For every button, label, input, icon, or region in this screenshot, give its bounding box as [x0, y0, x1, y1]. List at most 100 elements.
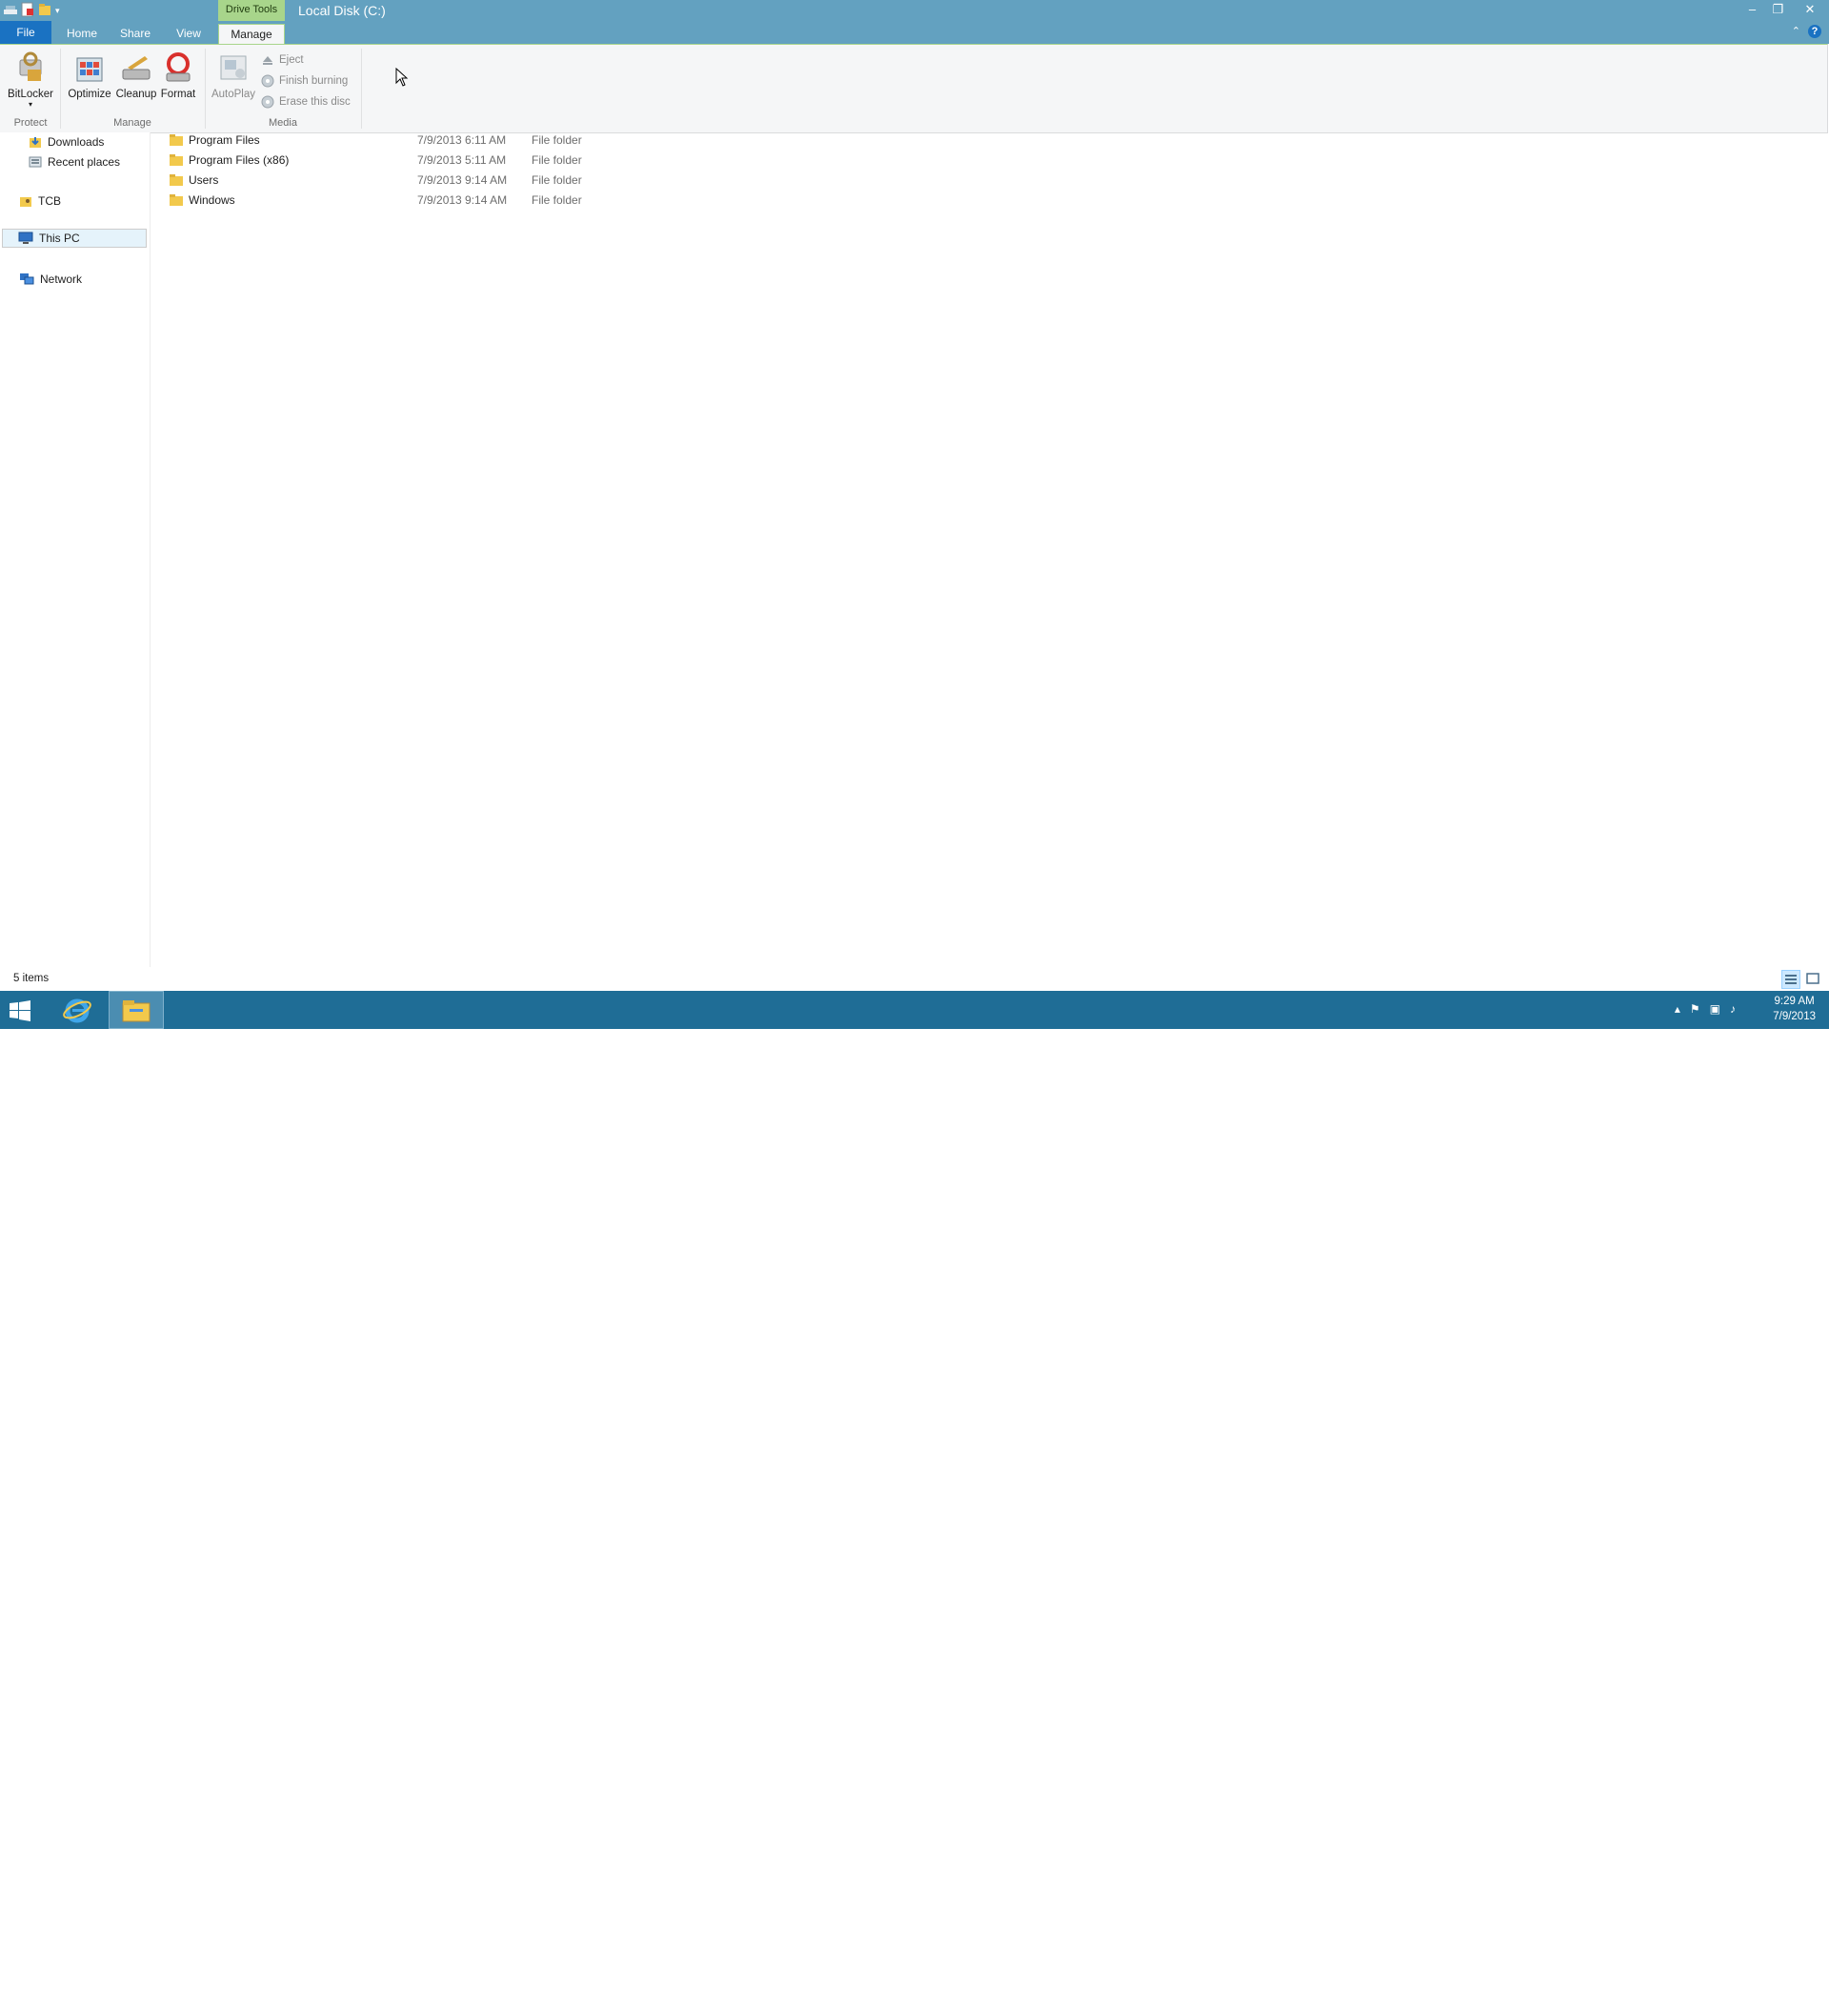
network-icon [20, 273, 34, 285]
recent-places-icon [29, 156, 42, 168]
ribbon-divider [205, 49, 206, 129]
show-hidden-icons-icon[interactable]: ▴ [1675, 1002, 1680, 1016]
file-name: Program Files (x86) [189, 153, 290, 167]
file-name: Program Files [189, 133, 260, 147]
book-icon [1594, 1986, 1634, 2016]
format-button[interactable]: Format [158, 50, 198, 100]
clock-time: 9:29 AM [1774, 996, 1815, 1007]
nav-item-downloads[interactable]: Downloads [29, 132, 104, 151]
group-label-media: Media [269, 117, 297, 129]
file-name: Windows [189, 193, 235, 207]
file-explorer-icon [122, 1000, 151, 1022]
mouse-cursor-icon [395, 68, 409, 87]
cleanup-button[interactable]: Cleanup [114, 50, 158, 100]
tab-manage[interactable]: Manage [218, 24, 285, 45]
downloads-icon [30, 137, 41, 148]
new-folder-icon[interactable] [38, 3, 51, 19]
file-date: 7/9/2013 5:11 AM [417, 153, 507, 167]
folder-icon [170, 134, 183, 146]
ribbon-manage: BitLocker ▾ Protect Optimize Cleanup For… [0, 44, 1828, 133]
file-type: File folder [532, 173, 582, 187]
erase-disc-button[interactable]: Erase this disc [261, 92, 351, 111]
window-title: Local Disk (C:) [298, 3, 386, 18]
help-icon[interactable]: ? [1808, 25, 1821, 38]
finish-burning-label: Finish burning [279, 75, 349, 87]
optimize-label: Optimize [68, 89, 111, 100]
nav-item-this-pc[interactable]: This PC [2, 229, 147, 248]
file-type: File folder [532, 153, 582, 167]
ribbon-divider [60, 49, 61, 129]
item-count: 5 items [13, 973, 50, 984]
nav-item-label: Recent places [48, 155, 121, 169]
explorer-menu-icon[interactable] [4, 4, 17, 17]
large-icons-view-icon [1806, 973, 1819, 984]
list-item[interactable]: Users 7/9/2013 9:14 AM File folder [162, 171, 829, 191]
nav-item-network[interactable]: Network [19, 270, 82, 289]
windows-logo-icon [10, 1000, 30, 1021]
eject-icon [261, 53, 274, 67]
user-folder-icon [20, 197, 31, 207]
tab-view[interactable]: View [171, 24, 206, 44]
folder-icon [170, 154, 183, 166]
group-label-manage: Manage [113, 117, 151, 129]
ribbon-divider [361, 49, 362, 129]
file-name: Users [189, 173, 219, 187]
internet-explorer-button[interactable] [63, 997, 91, 1035]
bitlocker-button[interactable]: BitLocker ▾ [6, 50, 55, 109]
watermark: The Collection Book [1593, 1984, 1787, 2016]
ribbon-tabs: File Home Share View Manage ⌃ ? [0, 21, 1829, 45]
drive-tools-contextual-label: Drive Tools [218, 0, 285, 21]
status-bar: 5 items [0, 969, 1829, 990]
bitlocker-icon [14, 50, 47, 87]
finish-burning-button[interactable]: Finish burning [261, 71, 348, 91]
internet-explorer-icon [63, 998, 91, 1023]
network-tray-icon[interactable]: ▣ [1710, 1002, 1720, 1016]
start-button[interactable] [10, 1000, 30, 1038]
list-item[interactable]: Windows 7/9/2013 9:14 AM File folder [162, 191, 829, 211]
file-date: 7/9/2013 9:14 AM [417, 193, 508, 207]
taskbar: The Collection Book ▴ ⚑ ▣ ♪ 9:29 AM 7/9/… [0, 991, 1829, 2016]
file-type: File folder [532, 193, 582, 207]
nav-item-label: This PC [39, 232, 80, 245]
list-item[interactable]: Program Files 7/9/2013 6:11 AM File fold… [162, 131, 829, 151]
watermark-text: The Collection Book [1642, 1990, 1788, 2008]
navigation-pane: Downloads Recent places TCB This PC Netw… [0, 132, 151, 967]
format-icon [162, 50, 194, 87]
nav-item-label: Downloads [48, 135, 105, 149]
eject-label: Eject [279, 54, 304, 66]
folder-icon [170, 194, 183, 206]
clock[interactable]: 9:29 AM 7/9/2013 [1773, 994, 1816, 1024]
erase-disc-icon [261, 95, 274, 109]
properties-icon[interactable] [21, 2, 34, 20]
autoplay-icon [217, 50, 250, 87]
tab-share[interactable]: Share [116, 24, 154, 44]
minimize-ribbon-icon[interactable]: ⌃ [1792, 25, 1800, 38]
optimize-icon [73, 50, 106, 87]
details-view-button[interactable] [1781, 970, 1800, 989]
large-icons-view-button[interactable] [1804, 970, 1821, 987]
nav-item-tcb[interactable]: TCB [19, 192, 61, 211]
nav-item-recent-places[interactable]: Recent places [29, 152, 120, 171]
file-explorer-taskbar-button[interactable] [109, 991, 164, 1029]
quick-access-toolbar: ▾ [0, 2, 60, 19]
folder-icon [170, 174, 183, 186]
computer-icon [18, 232, 33, 244]
volume-icon[interactable]: ♪ [1730, 1002, 1736, 1016]
nav-item-label: Network [40, 272, 83, 286]
customize-qat-icon[interactable]: ▾ [55, 6, 60, 16]
tab-home[interactable]: Home [63, 24, 101, 44]
tab-file[interactable]: File [0, 21, 51, 44]
close-button[interactable]: ✕ [1791, 0, 1829, 21]
cleanup-icon [120, 50, 152, 87]
eject-button[interactable]: Eject [261, 50, 304, 70]
minimize-button[interactable]: – [1739, 0, 1765, 21]
optimize-button[interactable]: Optimize [67, 50, 112, 100]
title-bar: ▾ Drive Tools Local Disk (C:) – ❐ ✕ [0, 0, 1829, 21]
maximize-button[interactable]: ❐ [1765, 0, 1791, 21]
action-center-icon[interactable]: ⚑ [1690, 1002, 1700, 1016]
cleanup-label: Cleanup [115, 89, 157, 100]
autoplay-button[interactable]: AutoPlay [210, 50, 257, 100]
clock-date: 7/9/2013 [1773, 1011, 1816, 1022]
list-item[interactable]: Program Files (x86) 7/9/2013 5:11 AM Fil… [162, 151, 829, 171]
erase-disc-label: Erase this disc [279, 96, 351, 108]
